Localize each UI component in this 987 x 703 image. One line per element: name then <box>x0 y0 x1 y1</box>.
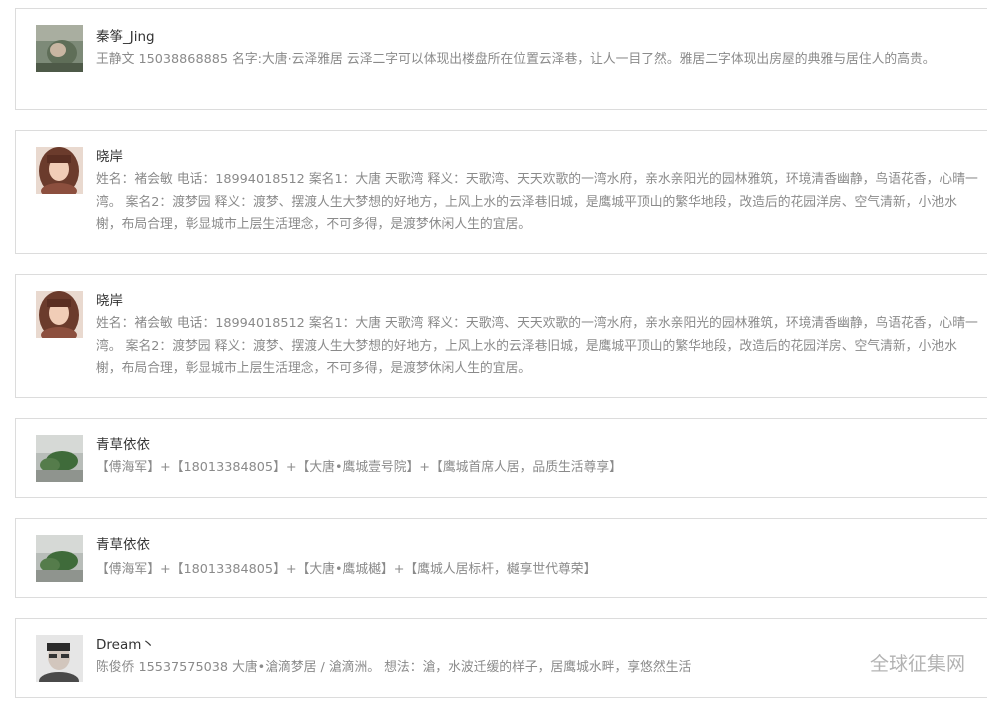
comment-card: 晓岸 姓名：褚会敏 电话：18994018512 案名1：大唐 天歌湾 释义：天… <box>15 130 987 254</box>
user-avatar-photo-icon <box>36 435 83 482</box>
avatar[interactable] <box>36 535 83 582</box>
username[interactable]: 晓岸 <box>96 148 123 166</box>
user-avatar-photo-icon <box>36 291 83 338</box>
username[interactable]: 青草依依 <box>96 436 150 454</box>
avatar[interactable] <box>36 291 83 338</box>
username[interactable]: Dream丶 <box>96 636 155 654</box>
comment-text: 姓名：褚会敏 电话：18994018512 案名1：大唐 天歌湾 释义：天歌湾、… <box>96 172 978 232</box>
comment-card: 青草依依 【傅海军】+【18013384805】+【大唐•鹰城壹号院】+【鹰城首… <box>15 418 987 498</box>
username[interactable]: 晓岸 <box>96 292 123 310</box>
comment-text: 王静文 15038868885 名字:大唐·云泽雅居 云泽二字可以体现出楼盘所在… <box>96 52 936 67</box>
avatar[interactable] <box>36 147 83 194</box>
user-avatar-photo-icon <box>36 25 83 72</box>
comment-text: 姓名：褚会敏 电话：18994018512 案名1：大唐 天歌湾 释义：天歌湾、… <box>96 316 978 376</box>
comment-card: 晓岸 姓名：褚会敏 电话：18994018512 案名1：大唐 天歌湾 释义：天… <box>15 274 987 398</box>
avatar[interactable] <box>36 435 83 482</box>
comment-text: 【傅海军】+【18013384805】+【大唐•鹰城樾】+【鹰城人居标杆，樾享世… <box>96 562 597 577</box>
username[interactable]: 青草依依 <box>96 536 150 554</box>
comment-text: 陈俊侨 15537575038 大唐•滄滴梦居 / 滄滴洲。 想法：滄，水波迁缓… <box>96 660 692 675</box>
site-watermark: 全球征集网 <box>870 653 966 675</box>
user-avatar-photo-icon <box>36 535 83 582</box>
username[interactable]: 秦筝_Jing <box>96 28 155 46</box>
avatar[interactable] <box>36 635 83 682</box>
avatar[interactable] <box>36 25 83 72</box>
comment-card: Dream丶 陈俊侨 15537575038 大唐•滄滴梦居 / 滄滴洲。 想法… <box>15 618 987 698</box>
comment-card: 青草依依 【傅海军】+【18013384805】+【大唐•鹰城樾】+【鹰城人居标… <box>15 518 987 598</box>
comment-card: 秦筝_Jing 王静文 15038868885 名字:大唐·云泽雅居 云泽二字可… <box>15 8 987 110</box>
user-avatar-photo-icon <box>36 635 83 682</box>
user-avatar-photo-icon <box>36 147 83 194</box>
comment-text: 【傅海军】+【18013384805】+【大唐•鹰城壹号院】+【鹰城首席人居，品… <box>96 460 622 475</box>
